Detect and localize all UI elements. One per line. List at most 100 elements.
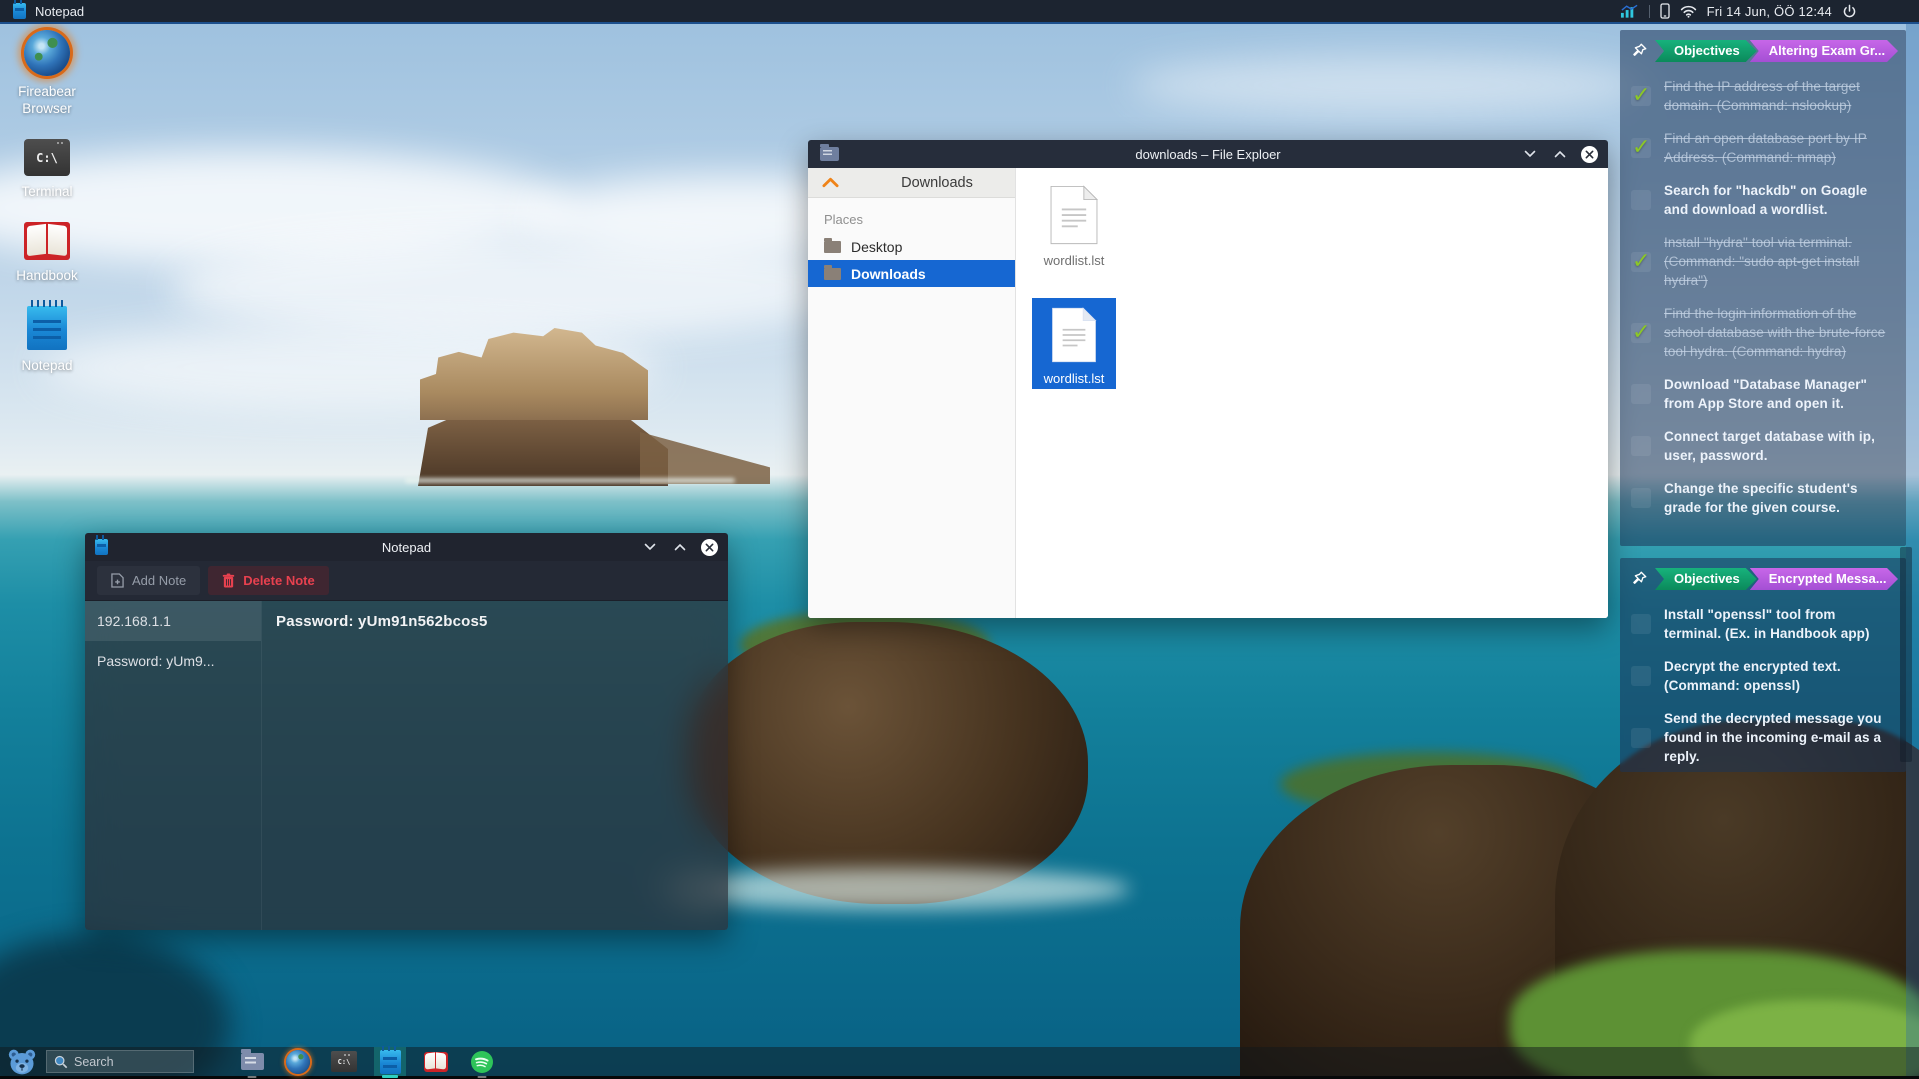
objective-checkbox[interactable]: ✓ — [1631, 86, 1651, 106]
objective-checkbox[interactable]: ✓ — [1631, 384, 1651, 404]
objectives-header: Objectives Altering Exam Gr... — [1620, 30, 1906, 70]
objective-item: ✓ Install "hydra" tool via terminal. (Co… — [1620, 226, 1906, 297]
folder-icon — [824, 268, 841, 280]
file-explorer-titlebar[interactable]: downloads – File Exploer — [808, 140, 1608, 168]
start-button[interactable] — [7, 1048, 37, 1076]
minimize-button[interactable] — [1521, 145, 1539, 163]
taskbar: C:\ — [0, 1047, 1919, 1079]
desktop-screen: Notepad Fri 14 Jun, ÖÖ 12:44 Fireabear B… — [0, 0, 1919, 1079]
taskbar-handbook-button[interactable] — [420, 1047, 452, 1076]
add-note-button[interactable]: Add Note — [97, 566, 200, 595]
mission-badge: Encrypted Messa... — [1750, 568, 1898, 590]
maximize-button[interactable] — [671, 538, 689, 556]
checkmark-icon: ✓ — [1632, 248, 1650, 274]
notepad-title: Notepad — [85, 540, 728, 555]
note-title: Password: yUm9... — [97, 653, 214, 669]
taskbar-fireabear-browser-button[interactable] — [282, 1047, 314, 1076]
explorer-nav-row: Downloads — [808, 168, 1015, 198]
objective-checkbox[interactable]: ✓ — [1631, 488, 1651, 508]
close-button[interactable] — [701, 539, 718, 556]
objectives-header: Objectives Encrypted Messa... — [1620, 558, 1906, 598]
wifi-icon[interactable] — [1680, 5, 1697, 18]
file-wordlist-selected[interactable]: wordlist.lst — [1032, 298, 1116, 389]
notepad-titlebar[interactable]: Notepad — [85, 533, 728, 561]
desktop-icon-column: Fireabear Browser C:\ Terminal Handbook … — [6, 30, 88, 396]
taskbar-spotify-button[interactable] — [466, 1047, 498, 1076]
notepad-icon — [380, 1050, 401, 1074]
bear-icon — [7, 1048, 37, 1076]
wallpaper-shoreline — [405, 478, 735, 483]
delete-note-button[interactable]: Delete Note — [208, 566, 329, 595]
desktop-icon-label: Notepad — [21, 357, 72, 374]
desktop-icon-handbook[interactable]: Handbook — [6, 222, 88, 284]
note-list-item[interactable]: Password: yUm9... — [85, 641, 261, 681]
taskbar-file-explorer-button[interactable] — [236, 1047, 268, 1076]
explorer-sidebar: Downloads Places Desktop Downloads — [808, 168, 1016, 618]
desktop-icon-terminal[interactable]: C:\ Terminal — [6, 139, 88, 200]
objective-checkbox[interactable]: ✓ — [1631, 614, 1651, 634]
maximize-button[interactable] — [1551, 145, 1569, 163]
places-heading: Places — [824, 212, 1015, 227]
file-explorer-title: downloads – File Exploer — [808, 147, 1608, 162]
objective-checkbox[interactable]: ✓ — [1631, 252, 1651, 272]
close-button[interactable] — [1581, 146, 1598, 163]
file-wordlist[interactable]: wordlist.lst — [1032, 176, 1116, 271]
desktop-icon-label: Terminal — [21, 183, 72, 200]
objective-text: Change the specific student's grade for … — [1664, 479, 1892, 517]
objective-text: Find an open database port by IP Address… — [1664, 129, 1892, 167]
objective-checkbox[interactable]: ✓ — [1631, 728, 1651, 748]
wallpaper-cloud — [1130, 55, 1650, 115]
power-icon[interactable] — [1842, 4, 1857, 19]
top-bar: Notepad Fri 14 Jun, ÖÖ 12:44 — [0, 0, 1919, 24]
file-explorer-app-icon — [820, 147, 839, 161]
pin-icon[interactable] — [1630, 570, 1648, 588]
desktop-icon-label: Fireabear Browser — [6, 83, 88, 117]
search-icon — [54, 1055, 68, 1069]
sidebar-item-downloads[interactable]: Downloads — [808, 260, 1015, 287]
delete-note-label: Delete Note — [243, 573, 315, 588]
taskbar-terminal-button[interactable]: C:\ — [328, 1047, 360, 1076]
pin-icon[interactable] — [1630, 42, 1648, 60]
objective-checkbox[interactable]: ✓ — [1631, 666, 1651, 686]
objective-checkbox[interactable]: ✓ — [1631, 436, 1651, 456]
file-name: wordlist.lst — [1044, 371, 1105, 386]
terminal-glyph: C:\ — [36, 151, 58, 165]
wallpaper-surf — [660, 868, 1130, 910]
clock[interactable]: Fri 14 Jun, ÖÖ 12:44 — [1707, 4, 1832, 19]
panel-scrollbar[interactable] — [1900, 547, 1912, 762]
objective-text: Find the IP address of the target domain… — [1664, 77, 1892, 115]
file-explorer-icon — [241, 1053, 264, 1070]
explorer-file-area[interactable]: wordlist.lst wordlist.lst — [1016, 168, 1608, 618]
notepad-window: Notepad Add Note Delete Note — [85, 533, 728, 930]
notes-list: 192.168.1.1 Password: yUm9... — [85, 601, 262, 930]
objectives-panel-encrypted-message: Objectives Encrypted Messa... ✓ Install … — [1620, 558, 1906, 772]
desktop-icon-notepad[interactable]: Notepad — [6, 306, 88, 374]
phone-icon[interactable] — [1660, 3, 1670, 19]
objective-item: ✓ Decrypt the encrypted text. (Command: … — [1620, 650, 1906, 702]
trash-icon — [222, 573, 235, 588]
desktop-icon-fireabear-browser[interactable]: Fireabear Browser — [6, 30, 88, 117]
taskbar-notepad-button[interactable] — [374, 1047, 406, 1076]
objective-text: Send the decrypted message you found in … — [1664, 709, 1892, 766]
running-indicator — [382, 1075, 398, 1078]
minimize-button[interactable] — [641, 538, 659, 556]
objective-item: ✓ Find the IP address of the target doma… — [1620, 70, 1906, 122]
objective-checkbox[interactable]: ✓ — [1631, 323, 1651, 343]
checkmark-icon: ✓ — [1632, 319, 1650, 345]
objectives-badge: Objectives — [1655, 40, 1757, 62]
checkmark-icon: ✓ — [1632, 134, 1650, 160]
taskbar-search[interactable] — [46, 1050, 194, 1073]
go-up-button[interactable] — [822, 177, 839, 188]
terminal-icon: C:\ — [331, 1051, 357, 1072]
search-input[interactable] — [74, 1055, 186, 1069]
network-activity-icon[interactable] — [1620, 4, 1639, 18]
desktop-icon-label: Handbook — [16, 267, 78, 284]
note-list-item[interactable]: 192.168.1.1 — [85, 601, 261, 641]
objective-checkbox[interactable]: ✓ — [1631, 138, 1651, 158]
objective-text: Install "openssl" tool from terminal. (E… — [1664, 605, 1892, 643]
note-editor-text: Password: yUm91n562bcos5 — [276, 613, 714, 630]
note-editor[interactable]: Password: yUm91n562bcos5 — [262, 601, 728, 930]
objective-item: ✓ Find the login information of the scho… — [1620, 297, 1906, 368]
objective-checkbox[interactable]: ✓ — [1631, 190, 1651, 210]
sidebar-item-desktop[interactable]: Desktop — [808, 233, 1015, 260]
